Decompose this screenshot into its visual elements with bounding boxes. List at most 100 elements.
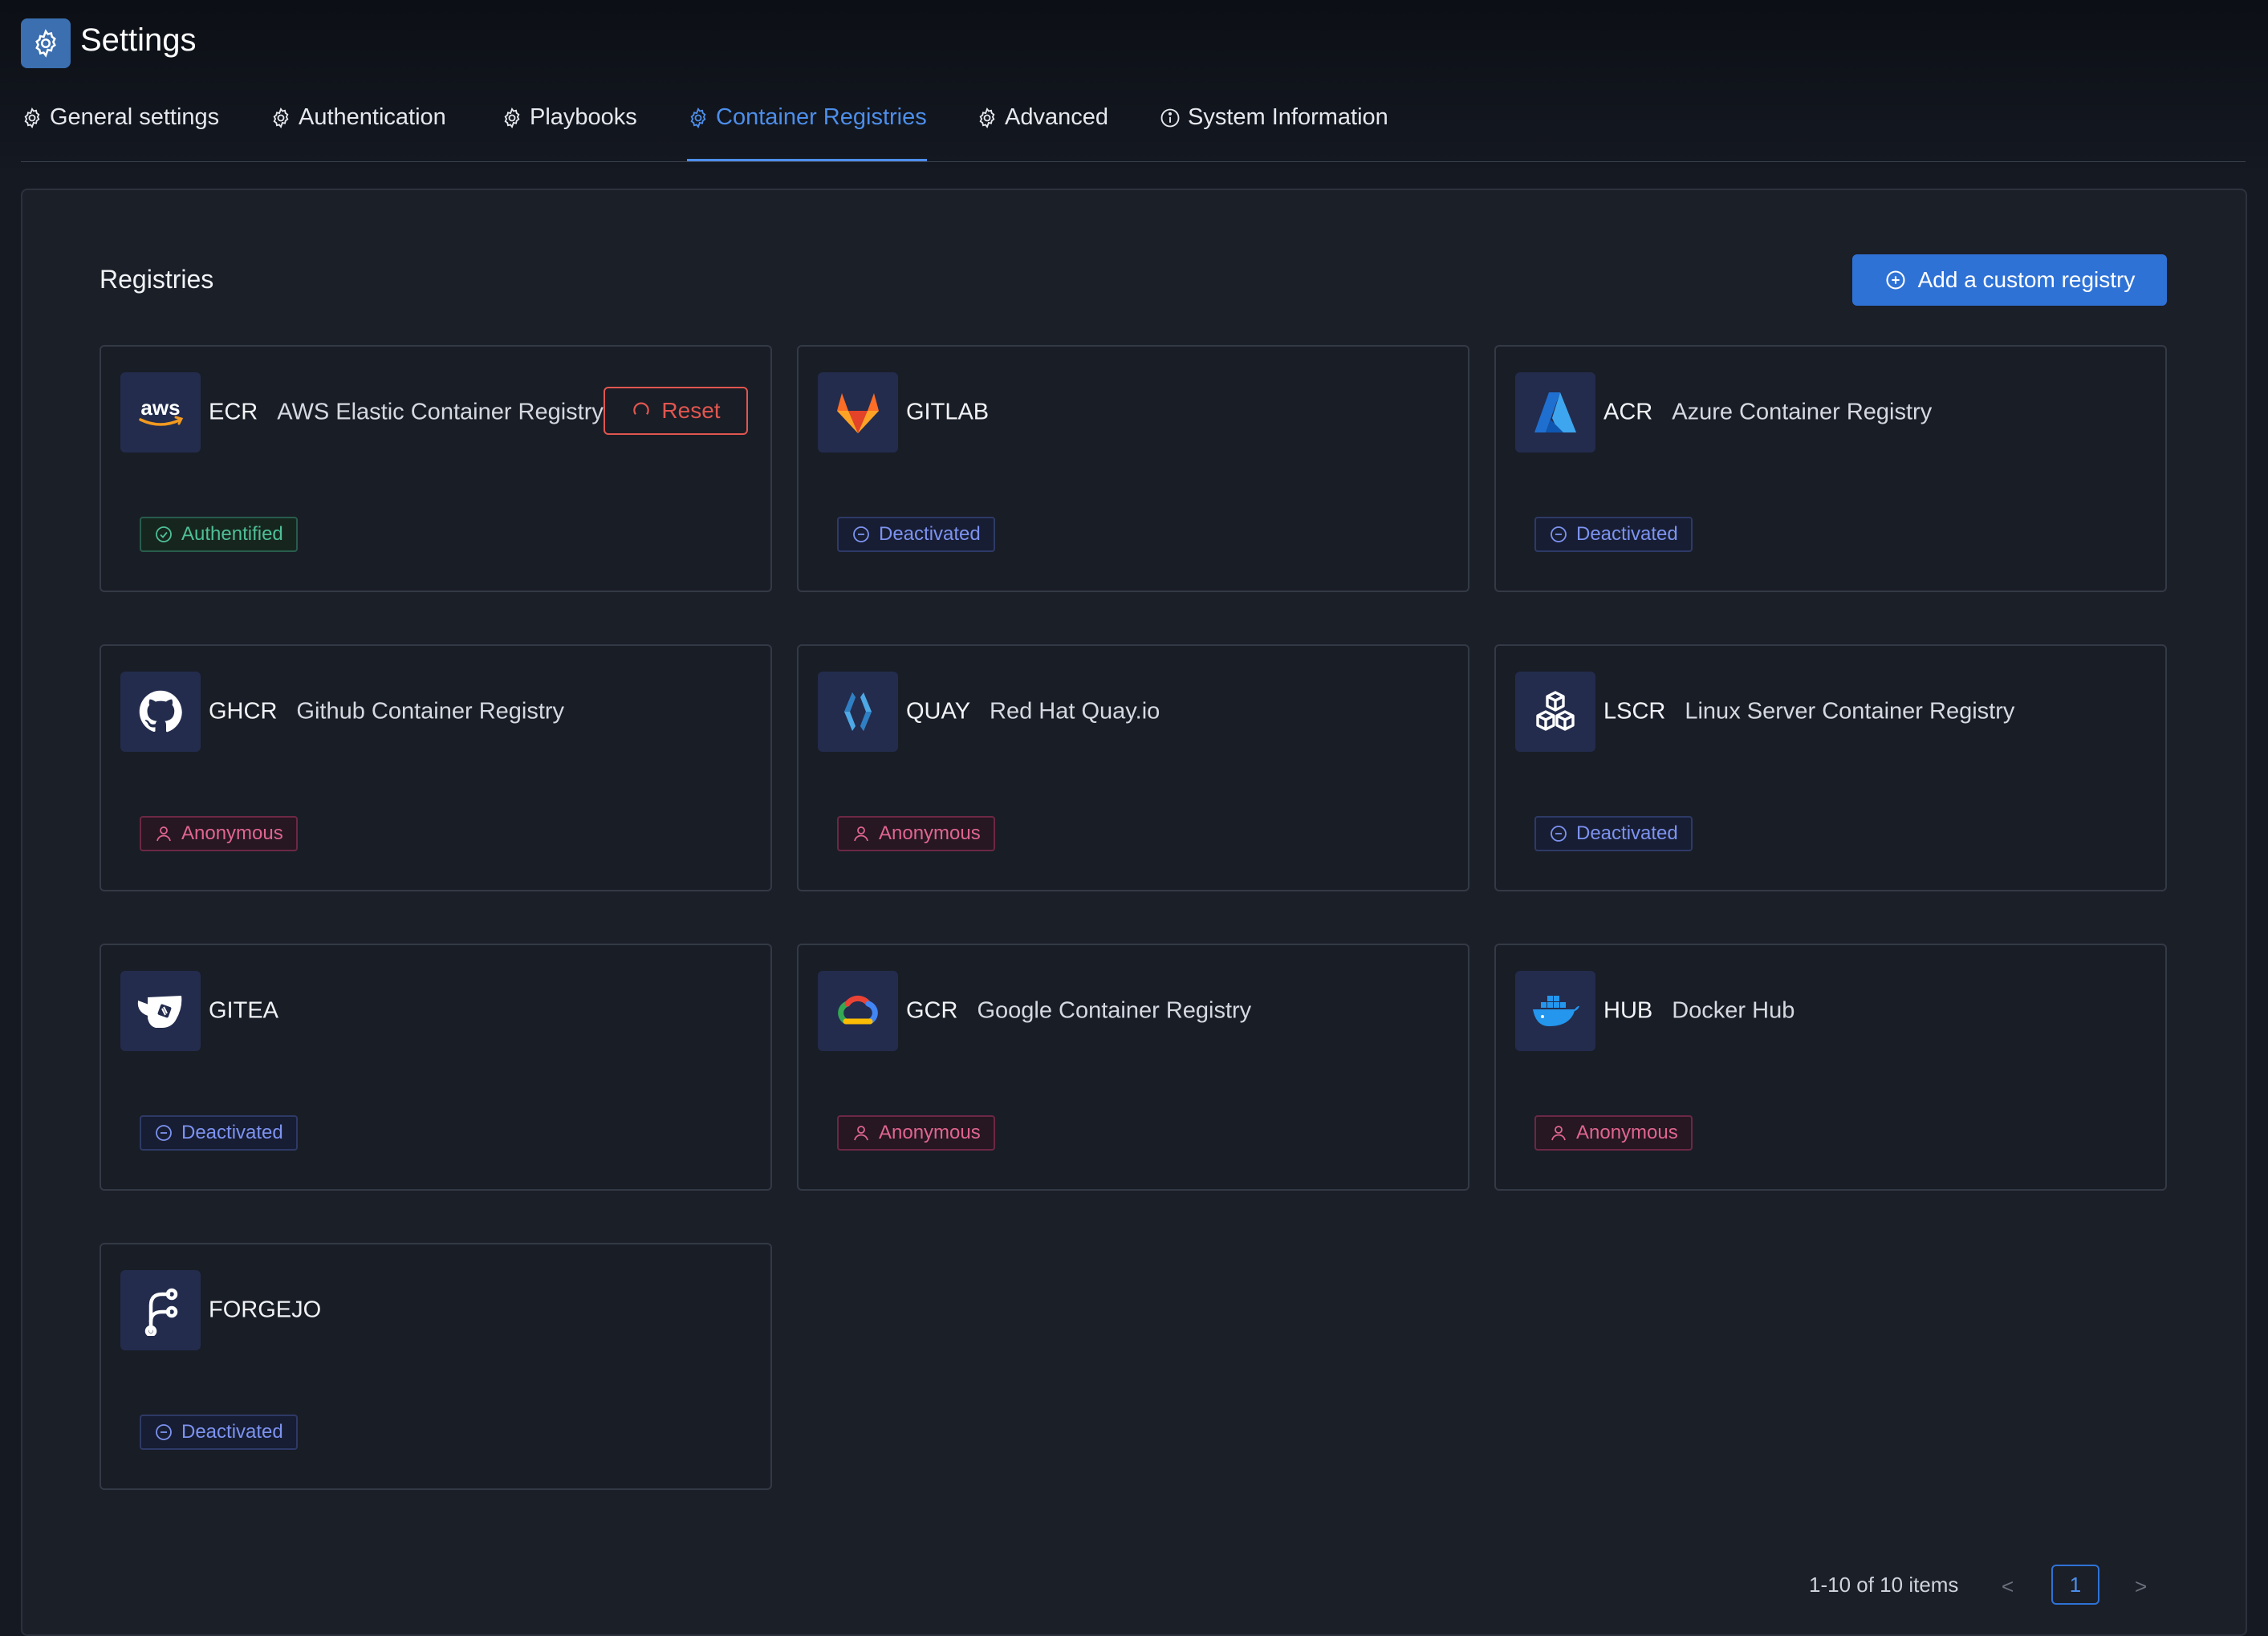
status-label: Deactivated (181, 1122, 283, 1143)
registry-code: QUAY (906, 698, 971, 725)
docker-logo-icon (1515, 971, 1595, 1051)
registry-header: ACR Azure Container Registry (1603, 400, 1932, 426)
status-badge: Deactivated (837, 517, 995, 552)
registry-header: GITEA (209, 998, 278, 1025)
registry-card-ecr: aws ECR AWS Elastic Container Registry R… (100, 345, 772, 592)
registry-name: Docker Hub (1672, 997, 1795, 1024)
registry-header: GCR Google Container Registry (906, 998, 1251, 1025)
registry-code: FORGEJO (209, 1297, 322, 1323)
tab-label: Playbooks (530, 104, 637, 130)
registry-code: GCR (906, 997, 958, 1024)
status-badge: Anonymous (837, 1115, 995, 1151)
aws-logo-icon: aws (120, 372, 201, 453)
reset-label: Reset (661, 398, 721, 423)
user-icon (854, 826, 868, 842)
registry-card-ghcr: GHCR Github Container Registry Anonymous (100, 644, 772, 891)
registry-name: Red Hat Quay.io (990, 698, 1160, 725)
tab-container-registries[interactable]: Container Registries (687, 104, 927, 162)
user-icon (156, 826, 171, 842)
registry-card-gitlab: GITLAB Deactivated (797, 345, 1469, 592)
registry-header: LSCR Linux Server Container Registry (1603, 699, 2014, 725)
registry-header: QUAY Red Hat Quay.io (906, 699, 1160, 725)
gear-icon (504, 107, 520, 129)
minus-circle-icon (156, 1424, 172, 1440)
add-custom-registry-button[interactable]: Add a custom registry (1852, 254, 2167, 306)
status-label: Anonymous (879, 822, 981, 844)
gear-icon (979, 107, 995, 129)
minus-circle-icon (1551, 526, 1567, 542)
registry-header: FORGEJO (209, 1297, 321, 1324)
registry-name: AWS Elastic Container Registry (277, 399, 604, 425)
tab-authentication[interactable]: Authentication (270, 104, 446, 162)
registry-card-gitea: GITEA Deactivated (100, 944, 772, 1191)
registry-code: ECR (209, 399, 258, 425)
registry-header: HUB Docker Hub (1603, 998, 1794, 1025)
tab-system-information[interactable]: System Information (1159, 104, 1388, 162)
status-label: Deactivated (181, 1421, 283, 1443)
reset-button[interactable]: Reset (604, 387, 748, 435)
tabs-divider (21, 161, 2246, 162)
registry-card-acr: ACR Azure Container Registry Deactivated (1494, 345, 2167, 592)
minus-circle-icon (853, 526, 869, 542)
registry-code: LSCR (1603, 698, 1666, 725)
registry-code: GITLAB (906, 399, 990, 425)
section-title: Registries (100, 265, 214, 294)
pagination-info: 1-10 of 10 items (1809, 1573, 1959, 1597)
status-badge: Deactivated (1534, 517, 1693, 552)
status-badge: Authentified (140, 517, 298, 552)
add-button-label: Add a custom registry (1917, 267, 2136, 292)
status-label: Anonymous (879, 1122, 981, 1143)
registry-name: Linux Server Container Registry (1685, 698, 2015, 725)
quay-logo-icon (818, 672, 898, 752)
page-title: Settings (80, 22, 197, 58)
status-label: Deactivated (1576, 523, 1678, 545)
status-label: Deactivated (1576, 822, 1678, 844)
pagination-prev-button[interactable]: < (2002, 1574, 2014, 1599)
status-badge: Deactivated (140, 1415, 298, 1450)
registry-header: ECR AWS Elastic Container Registry (209, 400, 604, 426)
cubes-logo-icon (1515, 672, 1595, 752)
registry-card-lscr: LSCR Linux Server Container Registry Dea… (1494, 644, 2167, 891)
status-label: Anonymous (1576, 1122, 1678, 1143)
registry-header: GHCR Github Container Registry (209, 699, 564, 725)
settings-logo-icon (21, 18, 71, 68)
pagination-next-button[interactable]: > (2135, 1574, 2147, 1599)
plus-circle-icon (1886, 270, 1905, 290)
registry-card-gcr: GCR Google Container Registry Anonymous (797, 944, 1469, 1191)
user-icon (1551, 1126, 1566, 1141)
registry-name: Github Container Registry (296, 698, 565, 725)
info-icon (1160, 108, 1180, 128)
google-cloud-logo-icon (818, 971, 898, 1051)
status-label: Anonymous (181, 822, 283, 844)
status-badge: Deactivated (1534, 816, 1693, 851)
azure-logo-icon (1515, 372, 1595, 453)
pagination-page-1[interactable]: 1 (2051, 1565, 2099, 1605)
reset-icon (633, 402, 650, 415)
registry-name: Azure Container Registry (1672, 399, 1933, 425)
user-icon (854, 1126, 868, 1141)
status-label: Authentified (181, 523, 283, 545)
registry-header: GITLAB (906, 400, 989, 426)
minus-circle-icon (156, 1125, 172, 1141)
tab-label: System Information (1188, 104, 1388, 130)
tab-label: Container Registries (716, 104, 927, 130)
tab-advanced[interactable]: Advanced (976, 104, 1108, 162)
registry-card-quay: QUAY Red Hat Quay.io Anonymous (797, 644, 1469, 891)
status-badge: Anonymous (140, 816, 298, 851)
registry-code: HUB (1603, 997, 1653, 1024)
svg-text:aws: aws (140, 396, 180, 420)
registry-code: ACR (1603, 399, 1653, 425)
github-logo-icon (120, 672, 201, 752)
tab-playbooks[interactable]: Playbooks (501, 104, 637, 162)
gear-icon (24, 107, 40, 129)
minus-circle-icon (1551, 826, 1567, 842)
gear-icon (273, 107, 289, 129)
registry-code: GHCR (209, 698, 278, 725)
tab-general-settings[interactable]: General settings (21, 104, 219, 162)
gitlab-logo-icon (818, 372, 898, 453)
gear-icon (690, 107, 706, 129)
registry-card-hub: HUB Docker Hub Anonymous (1494, 944, 2167, 1191)
status-label: Deactivated (879, 523, 981, 545)
tab-label: Authentication (299, 104, 446, 130)
status-badge: Anonymous (837, 816, 995, 851)
